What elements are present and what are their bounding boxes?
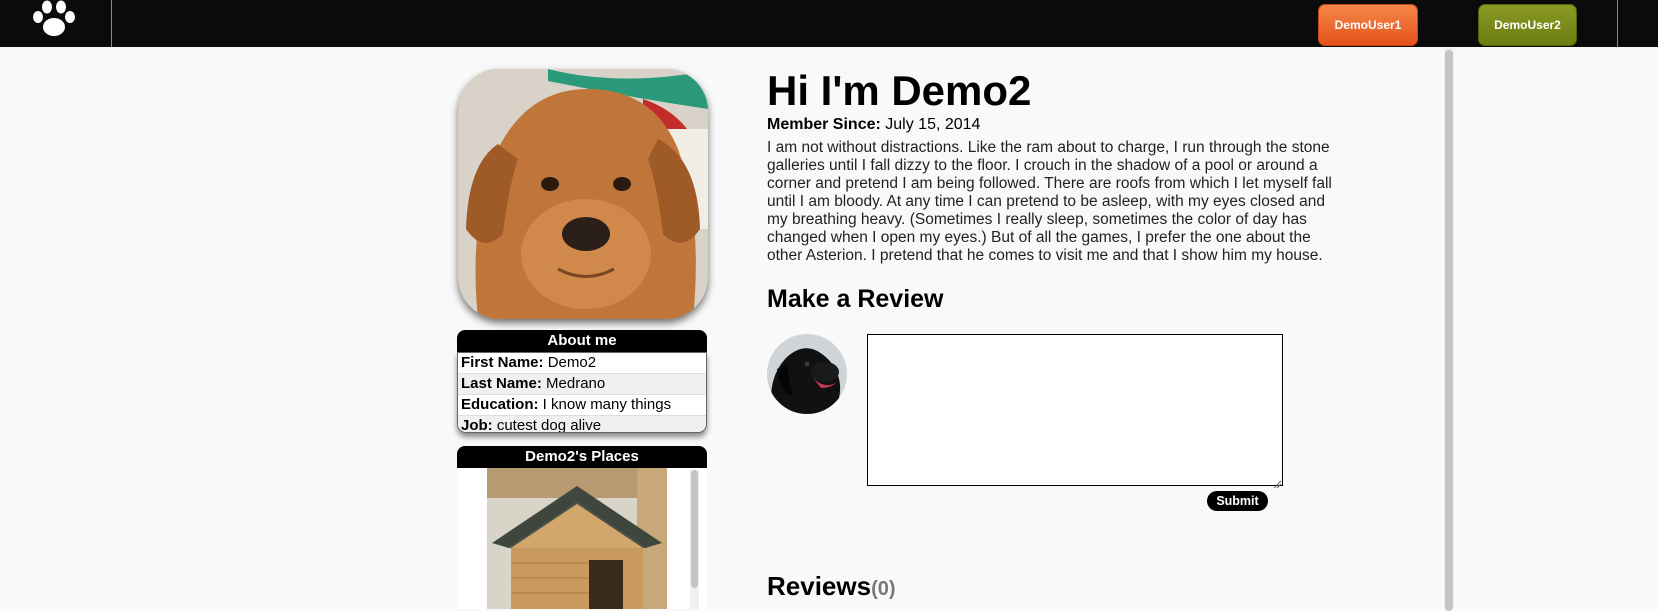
place-image-doghouse[interactable] (487, 468, 667, 609)
review-textarea[interactable] (867, 334, 1283, 486)
about-header: About me (457, 330, 707, 352)
make-review-heading: Make a Review (767, 285, 944, 313)
submit-review-button[interactable]: Submit (1207, 491, 1268, 511)
page-scrollbar[interactable] (1444, 48, 1454, 611)
demo-user2-button[interactable]: DemoUser2 (1478, 4, 1577, 46)
page-scrollbar-thumb[interactable] (1445, 50, 1453, 611)
places-header: Demo2's Places (457, 446, 707, 468)
about-label: Education: (461, 396, 539, 413)
paw-icon[interactable] (30, 0, 78, 40)
demo-user1-button[interactable]: DemoUser1 (1318, 4, 1418, 46)
places-scrollbar-thumb[interactable] (691, 470, 698, 588)
textarea-resize-grip[interactable] (1273, 476, 1282, 489)
about-label: Last Name: (461, 375, 542, 392)
nav-divider (1617, 0, 1618, 47)
reviewer-avatar (767, 334, 847, 414)
member-since: Member Since: July 15, 2014 (767, 115, 980, 135)
reviews-count: (0) (871, 578, 896, 600)
places-list (457, 468, 707, 609)
about-label: First Name: (461, 354, 544, 371)
profile-bio: I am not without distractions. Like the … (767, 139, 1332, 264)
about-row: Education: I know many things (458, 395, 706, 416)
places-scrollbar[interactable] (690, 470, 699, 609)
member-since-value: July 15, 2014 (885, 116, 981, 133)
page-title: Hi I'm Demo2 (767, 67, 1032, 114)
nav-divider (111, 0, 112, 47)
about-row: First Name: Demo2 (458, 353, 706, 374)
about-value: Medrano (546, 375, 606, 392)
about-row: Job: cutest dog alive (458, 416, 706, 433)
top-nav-bar: DemoUser1 DemoUser2 (0, 0, 1658, 47)
about-value: I know many things (542, 396, 672, 413)
about-row: Last Name: Medrano (458, 374, 706, 395)
about-value: cutest dog alive (496, 417, 602, 433)
reviews-heading: Reviews(0) (767, 568, 896, 607)
about-label: Job: (461, 417, 493, 433)
member-since-label: Member Since: (767, 116, 881, 133)
about-table: First Name: Demo2 Last Name: Medrano Edu… (457, 352, 707, 433)
about-value: Demo2 (547, 354, 597, 371)
reviews-heading-label: Reviews (767, 571, 872, 601)
profile-avatar (458, 69, 708, 319)
